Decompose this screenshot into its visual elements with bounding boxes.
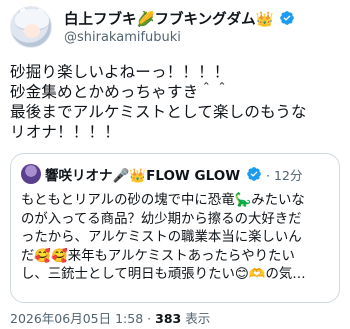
avatar-face	[24, 24, 40, 38]
quoted-author-name[interactable]: 響咲リオナ🎤👑FLOW GLOW	[45, 164, 240, 184]
quoted-tweet-card[interactable]: 響咲リオナ🎤👑FLOW GLOW · 12分 もともとリアルの砂の塊で中に恐竜🦕…	[10, 153, 340, 303]
tweet-line: リオナ！！！！	[10, 123, 120, 141]
quoted-timestamp[interactable]: · 12分	[266, 165, 302, 184]
view-label: 表示	[185, 311, 211, 326]
tweet-line: 最後までアルケミストとして楽しのもうな	[10, 103, 307, 121]
quoted-author-avatar[interactable]	[21, 164, 41, 184]
tweet-footer: 2026年06月05日 1:58 · 383 表示	[10, 308, 210, 327]
quoted-line: し、三銃士として明日も頑張りたい😊🫶の気…	[21, 267, 306, 283]
author-avatar[interactable]	[10, 6, 52, 48]
tweet-header: 白上フブキ🌽フブキングダム👑 @shirakamifubuki	[0, 0, 350, 56]
author-name-row[interactable]: 白上フブキ🌽フブキングダム👑	[64, 8, 295, 28]
verified-badge-icon	[279, 11, 294, 25]
quoted-line: ったから、アルケミストの職業本当に楽しいん	[21, 230, 302, 246]
tweet-body: 砂掘り楽しいよねーっ！！！！ 砂金集めとかめっちゃすき＾＾ 最後までアルケミスト…	[10, 62, 346, 142]
author-display-name[interactable]: 白上フブキ🌽フブキングダム👑	[64, 8, 274, 29]
tweet-line: 砂金集めとかめっちゃすき＾＾	[10, 83, 230, 101]
quoted-tweet-body: もともとリアルの砂の塊で中に恐竜🦕みたいな のが入ってる商品？幼少期から擦るの大…	[21, 192, 333, 285]
author-handle[interactable]: @shirakamifubuki	[64, 30, 181, 45]
tweet-line: 砂掘り楽しいよねーっ！！！！	[10, 63, 230, 81]
footer-separator: ·	[147, 311, 152, 326]
quoted-line: だ🥰🥰来年もアルケミストあったらやりたい	[21, 248, 295, 264]
quoted-verified-badge-icon	[247, 167, 261, 181]
tweet-datetime[interactable]: 2026年06月05日 1:58	[10, 311, 143, 326]
quoted-line: もともとリアルの砂の塊で中に恐竜🦕みたいな	[21, 193, 305, 208]
quoted-line: のが入ってる商品？幼少期から擦るの大好きだ	[21, 211, 302, 227]
quoted-tweet-header: 響咲リオナ🎤👑FLOW GLOW · 12分	[21, 164, 302, 184]
view-count: 383	[155, 311, 182, 326]
